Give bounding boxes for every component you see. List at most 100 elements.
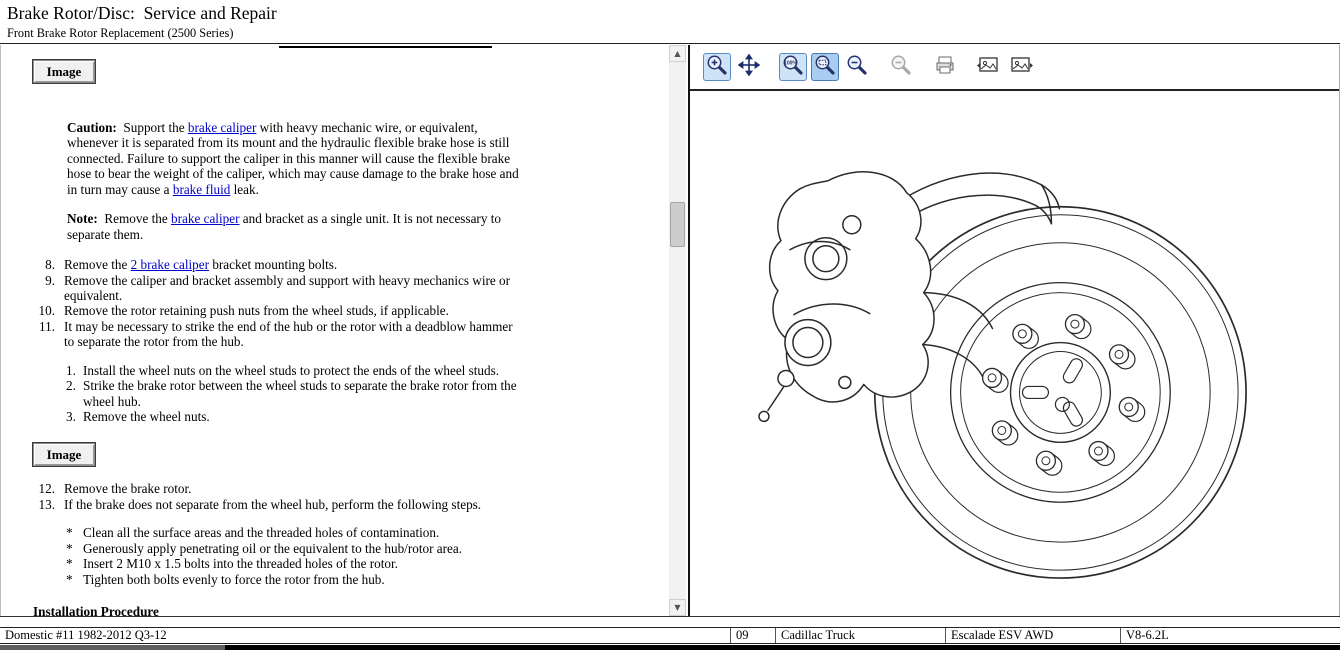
text: If the brake does not separate from the … [64, 497, 481, 512]
text: Strike the brake rotor between the wheel… [83, 378, 521, 409]
text-segment: Remove the wheel nuts. [83, 409, 210, 424]
text-segment: Remove the [64, 257, 131, 272]
zoom-in-button[interactable] [703, 53, 731, 81]
list-item: 2.Strike the brake rotor between the whe… [3, 378, 521, 409]
list-marker: 13. [31, 497, 55, 512]
zoom-window-button[interactable] [811, 53, 839, 81]
list-item: *Insert 2 M10 x 1.5 bolts into the threa… [3, 556, 521, 571]
image-button-row: Image [33, 60, 669, 83]
image-toolbar: 100% [690, 45, 1339, 91]
list-marker: 8. [31, 257, 55, 272]
text-segment: If the brake does not separate from the … [64, 497, 481, 512]
text-segment: Clean all the surface areas and the thre… [83, 525, 439, 540]
app-window: Brake Rotor/Disc: Service and Repair Fro… [0, 0, 1340, 650]
text: Insert 2 M10 x 1.5 bolts into the thread… [83, 556, 398, 571]
list-item: 3. Remove the wheel nuts. [3, 409, 521, 424]
zoom-in-icon [706, 54, 728, 81]
paragraph: Note: Remove the brake caliper and brack… [67, 211, 523, 242]
text: Remove the 2 brake caliper bracket mount… [64, 257, 337, 272]
zoom-window-icon [814, 54, 836, 81]
page-title: Brake Rotor/Disc: Service and Repair [0, 0, 1340, 24]
page-subtitle: Front Brake Rotor Replacement (2500 Seri… [0, 24, 1340, 41]
pan-icon [738, 54, 760, 81]
zoom-out-button[interactable] [843, 53, 871, 81]
text: It may be necessary to strike the end of… [64, 319, 521, 350]
section-heading: Installation Procedure [33, 604, 669, 616]
list-item: * Generously apply penetrating oil or the… [3, 541, 521, 556]
text: Clean all the surface areas and the thre… [83, 525, 439, 540]
zoom-100-icon: 100% [782, 54, 804, 81]
text: Remove the caliper and bracket assembly … [64, 273, 521, 304]
status-database: Domestic #11 1982-2012 Q3-12 [0, 628, 730, 643]
list-marker: 11. [31, 319, 55, 350]
list-item: 12.Remove the brake rotor. [3, 481, 521, 496]
status-model: Escalade ESV AWD [945, 628, 1120, 643]
text: Generously apply penetrating oil or the … [83, 541, 462, 556]
status-make: Cadillac Truck [775, 628, 945, 643]
list-item: 9. Remove the caliper and bracket assembl… [3, 273, 521, 304]
text-segment: Remove the [98, 211, 171, 226]
list-marker: 10. [31, 303, 55, 318]
text-segment: Strike the brake rotor between the wheel… [83, 378, 520, 408]
list-item: *Clean all the surface areas and the thr… [3, 525, 521, 540]
list-item: *Tighten both bolts evenly to force the … [3, 572, 521, 587]
brake-rotor-illustration[interactable] [690, 93, 1339, 616]
text-segment: Remove the brake rotor. [64, 481, 191, 496]
document-panel: Image Caution: Support the brake caliper … [0, 45, 690, 616]
text: Remove the wheel nuts. [83, 409, 210, 424]
status-engine: V8-6.2L [1120, 628, 1340, 643]
hyperlink[interactable]: brake caliper [171, 211, 239, 226]
list-marker: 3. [66, 409, 79, 424]
list-item: 13. If the brake does not separate from t… [3, 497, 521, 512]
text: Note: Remove the brake caliper and brack… [67, 211, 504, 241]
text: Caution: Support the brake caliper with … [67, 120, 522, 197]
clipped-image-frame [279, 46, 492, 48]
zoom-out-icon [846, 54, 868, 81]
bottom-edge-left [0, 645, 225, 650]
copy-image-icon [976, 54, 1002, 81]
text-segment: leak. [230, 182, 259, 197]
status-bar: Domestic #11 1982-2012 Q3-12 09 Cadillac… [0, 627, 1340, 644]
list-marker: 1. [66, 363, 79, 378]
list-marker: * [66, 541, 79, 556]
illustration-panel: 100% [690, 45, 1340, 616]
text: Remove the brake rotor. [64, 481, 191, 496]
scroll-down-button[interactable]: ▼ [669, 599, 686, 616]
text: Install the wheel nuts on the wheel stud… [83, 363, 499, 378]
main-area: Image Caution: Support the brake caliper … [0, 45, 1340, 617]
image-button[interactable]: Image [33, 60, 95, 83]
copy-image-button[interactable] [975, 53, 1003, 81]
export-image-icon [1008, 54, 1034, 81]
hyperlink[interactable]: brake caliper [188, 120, 256, 135]
text-segment: Insert 2 M10 x 1.5 bolts into the thread… [83, 556, 398, 571]
text-segment: Tighten both bolts evenly to force the r… [83, 572, 385, 587]
print-button[interactable] [931, 53, 959, 81]
document-scrollbar[interactable]: ▲ ▼ [669, 45, 686, 616]
hyperlink[interactable]: brake fluid [173, 182, 231, 197]
export-image-button[interactable] [1007, 53, 1035, 81]
text-segment: Support the [117, 120, 188, 135]
document-content: Image Caution: Support the brake caliper … [3, 45, 669, 616]
bottom-edge [0, 645, 1340, 650]
text: Remove the rotor retaining push nuts fro… [64, 303, 449, 318]
text: Tighten both bolts evenly to force the r… [83, 572, 385, 587]
text-segment: bracket mounting bolts. [209, 257, 337, 272]
list-marker: 9. [31, 273, 55, 304]
hyperlink[interactable]: 2 brake caliper [131, 257, 209, 272]
text-segment: Install the wheel nuts on the wheel stud… [83, 363, 499, 378]
svg-text:100%: 100% [784, 60, 797, 66]
image-button[interactable]: Image [33, 443, 95, 466]
paragraph: Caution: Support the brake caliper with … [67, 120, 523, 197]
text-segment: It may be necessary to strike the end of… [64, 319, 516, 349]
list-marker: 2. [66, 378, 79, 409]
scrollbar-thumb[interactable] [670, 202, 685, 247]
scroll-up-button[interactable]: ▲ [669, 45, 686, 62]
text-segment: Remove the caliper and bracket assembly … [64, 273, 513, 303]
list-item: 8. Remove the 2 brake caliper bracket mou… [3, 257, 521, 272]
image-button-row: Image [33, 443, 669, 466]
text-segment: Generously apply penetrating oil or the … [83, 541, 462, 556]
pan-button[interactable] [735, 53, 763, 81]
status-year: 09 [730, 628, 775, 643]
zoom-100-button[interactable]: 100% [779, 53, 807, 81]
zoom-inactive-button[interactable] [887, 53, 915, 81]
